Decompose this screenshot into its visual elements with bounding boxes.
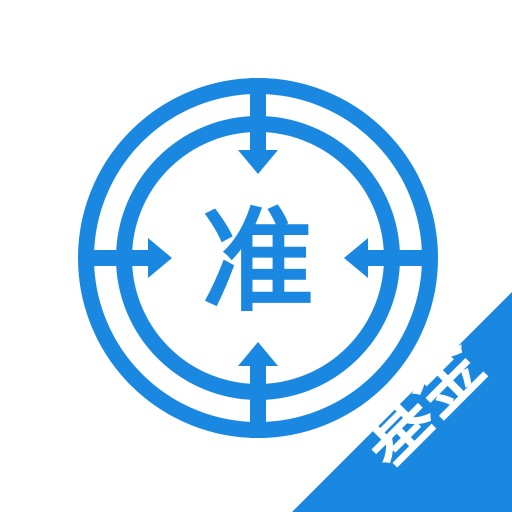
- corner-badge: 基金: [292, 292, 512, 512]
- app-icon: 准 基金: [0, 0, 512, 512]
- center-label: 准: [202, 197, 314, 327]
- crosshair-target-icon: 准 基金: [78, 78, 512, 512]
